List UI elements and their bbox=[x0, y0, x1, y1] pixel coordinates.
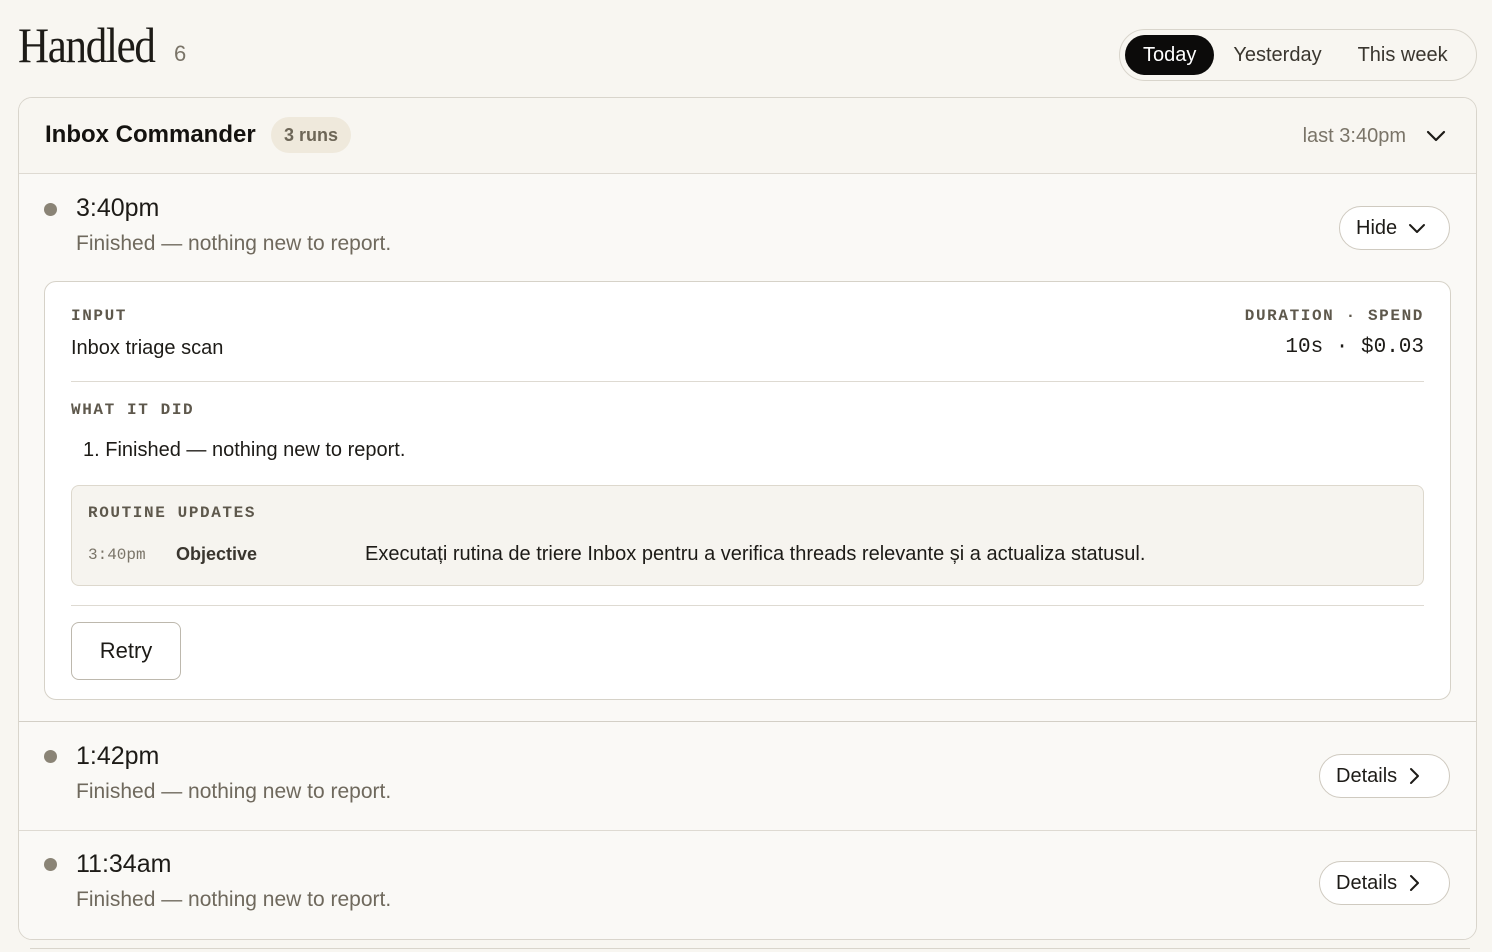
runs-count-badge: 3 runs bbox=[271, 117, 352, 153]
duration-spend-value: 10s · $0.03 bbox=[1285, 336, 1424, 359]
chevron-down-icon[interactable] bbox=[1424, 124, 1448, 148]
details-button-label: Details bbox=[1336, 764, 1398, 787]
update-value: Executați rutina de triere Inbox pentru … bbox=[365, 543, 1146, 565]
date-range-selector: Today Yesterday This week bbox=[1119, 29, 1477, 81]
hide-button[interactable]: Hide bbox=[1339, 206, 1450, 250]
status-dot-icon bbox=[44, 203, 57, 216]
routine-name: Inbox Commander bbox=[45, 121, 256, 148]
update-time: 3:40pm bbox=[88, 546, 146, 564]
run-item[interactable]: 1:42pm Finished — nothing new to report.… bbox=[19, 723, 1476, 831]
divider bbox=[71, 381, 1424, 382]
run-item[interactable]: 11:34am Finished — nothing new to report… bbox=[19, 831, 1476, 939]
status-dot-icon bbox=[44, 750, 57, 763]
step-item: 1. Finished — nothing new to report. bbox=[83, 439, 406, 461]
input-value: Inbox triage scan bbox=[71, 337, 224, 359]
routine-card: Inbox Commander 3 runs last 3:40pm 3:40p… bbox=[18, 97, 1477, 940]
last-run-time: last 3:40pm bbox=[1302, 125, 1406, 147]
tab-this-week[interactable]: This week bbox=[1341, 35, 1465, 75]
duration-spend-label: DURATION · SPEND bbox=[1244, 307, 1424, 325]
next-card-edge bbox=[30, 948, 1470, 952]
run-summary: Finished — nothing new to report. bbox=[76, 780, 392, 803]
page-title: Handled bbox=[18, 17, 156, 73]
run-time: 1:42pm bbox=[76, 742, 160, 770]
status-dot-icon bbox=[44, 858, 57, 871]
tab-today[interactable]: Today bbox=[1125, 35, 1215, 75]
run-time: 11:34am bbox=[76, 850, 172, 878]
handled-count: 6 bbox=[174, 41, 187, 66]
run-summary: Finished — nothing new to report. bbox=[76, 888, 392, 911]
what-it-did-label: WHAT IT DID bbox=[71, 401, 195, 419]
details-button-label: Details bbox=[1336, 871, 1398, 894]
routine-updates-label: ROUTINE UPDATES bbox=[88, 504, 257, 522]
update-field: Objective bbox=[176, 544, 258, 564]
retry-button[interactable]: Retry bbox=[71, 622, 181, 680]
input-label: INPUT bbox=[71, 307, 128, 325]
chevron-right-icon bbox=[1407, 766, 1421, 786]
run-summary: Finished — nothing new to report. bbox=[76, 232, 392, 255]
details-button[interactable]: Details bbox=[1319, 754, 1450, 798]
tab-yesterday[interactable]: Yesterday bbox=[1216, 35, 1338, 75]
hide-button-label: Hide bbox=[1356, 216, 1398, 239]
run-item: 3:40pm Finished — nothing new to report.… bbox=[19, 174, 1476, 722]
run-time: 3:40pm bbox=[76, 194, 160, 222]
routine-card-header[interactable]: Inbox Commander 3 runs last 3:40pm bbox=[19, 98, 1476, 174]
divider bbox=[71, 605, 1424, 606]
routine-updates-box: ROUTINE UPDATES 3:40pm Objective Executa… bbox=[71, 485, 1424, 586]
handled-page: Handled 6 Today Yesterday This week Inbo… bbox=[0, 0, 1492, 952]
run-details-panel: INPUT Inbox triage scan DURATION · SPEND… bbox=[44, 281, 1451, 700]
details-button[interactable]: Details bbox=[1319, 861, 1450, 905]
chevron-right-icon bbox=[1407, 873, 1421, 893]
chevron-down-icon bbox=[1407, 218, 1427, 238]
